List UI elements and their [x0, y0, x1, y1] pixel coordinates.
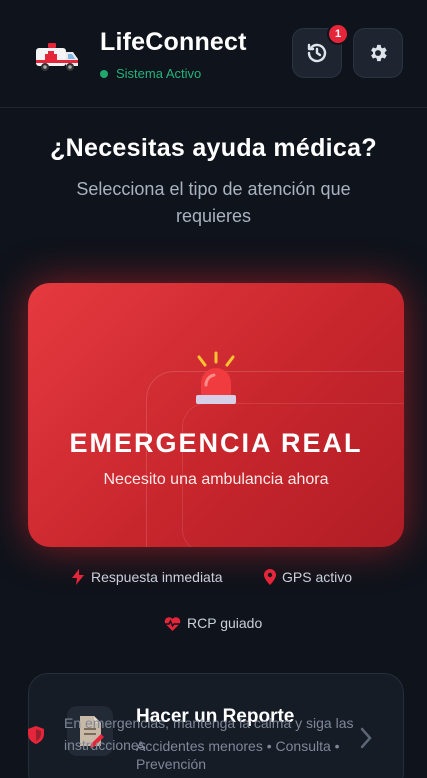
feature-gps: GPS activo [264, 569, 352, 585]
shield-icon [28, 726, 44, 744]
page-subtitle: Selecciona el tipo de atención que requi… [76, 179, 351, 226]
emergency-button[interactable]: EMERGENCIA REAL Necesito una ambulancia … [28, 283, 404, 547]
status-text: Sistema Activo [116, 66, 202, 81]
feature-fast-response: Respuesta inmediata [71, 569, 223, 585]
toast-message: En emergencias, mantenga la calma y siga… [64, 715, 354, 753]
feature-label: GPS activo [282, 569, 353, 585]
app-header: LifeConnect Sistema Activo 1 [0, 0, 427, 108]
history-button[interactable]: 1 [292, 23, 349, 78]
settings-button[interactable] [353, 28, 403, 78]
gear-icon [371, 44, 387, 62]
status-dot [100, 69, 108, 78]
ambulance-icon [36, 43, 78, 71]
bolt-icon [72, 569, 84, 585]
page-question: ¿Necesitas ayuda médica? [50, 134, 377, 162]
emergency-subtitle: Necesito una ambulancia ahora [103, 471, 329, 488]
app-title: LifeConnect [100, 28, 247, 56]
notification-badge: 1 [327, 23, 349, 45]
feature-label: Respuesta inmediata [91, 569, 223, 585]
heartbeat-icon [164, 616, 181, 631]
feature-label: RCP guiado [187, 615, 263, 631]
history-icon [307, 43, 327, 63]
location-pin-icon [264, 569, 276, 585]
emergency-title: EMERGENCIA REAL [69, 428, 363, 458]
status-indicator: Sistema Activo [100, 66, 201, 81]
feature-cpr: RCP guiado [164, 615, 262, 631]
siren-icon [196, 351, 236, 404]
